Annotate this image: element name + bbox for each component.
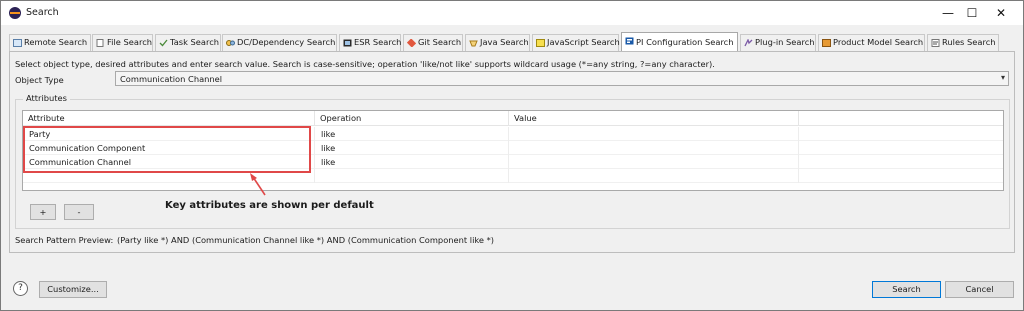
object-type-select[interactable]: Communication Channel ▾ bbox=[115, 71, 1009, 86]
tab-rules-search[interactable]: Rules Search bbox=[927, 34, 999, 51]
close-button[interactable]: ✕ bbox=[979, 1, 1023, 25]
task-search-icon bbox=[159, 39, 168, 47]
customize-button[interactable]: Customize... bbox=[39, 281, 107, 298]
tab-label: DC/Dependency Search bbox=[237, 37, 336, 47]
tab-java-search[interactable]: Java Search bbox=[465, 34, 530, 51]
key-attributes-highlight bbox=[23, 126, 311, 173]
add-attribute-button[interactable]: + bbox=[30, 204, 56, 220]
eclipse-icon bbox=[9, 7, 21, 19]
annotation-text: Key attributes are shown per default bbox=[165, 200, 374, 211]
tab-label: Plug-in Search bbox=[755, 37, 815, 47]
esr-search-icon bbox=[343, 39, 352, 47]
pi-configuration-icon bbox=[625, 37, 634, 45]
tab-label: Remote Search bbox=[24, 37, 88, 47]
tab-product-model-search[interactable]: Product Model Search bbox=[818, 34, 925, 51]
cell-value[interactable] bbox=[509, 141, 799, 155]
search-tabs: Remote Search File Search Task Search DC… bbox=[9, 32, 1015, 51]
search-button[interactable]: Search bbox=[872, 281, 941, 298]
cell-operation[interactable]: like bbox=[315, 155, 509, 169]
tab-dc-dependency-search[interactable]: DC/Dependency Search bbox=[222, 34, 337, 51]
callout-arrow-icon bbox=[250, 173, 266, 196]
git-search-icon bbox=[407, 39, 416, 47]
preview-value: (Party like *) AND (Communication Channe… bbox=[117, 235, 495, 245]
help-icon[interactable]: ? bbox=[13, 281, 28, 296]
tab-label: JavaScript Search bbox=[547, 37, 620, 47]
search-dialog: Search — ☐ ✕ Remote Search File Search T… bbox=[0, 0, 1024, 311]
tab-file-search[interactable]: File Search bbox=[92, 34, 153, 51]
remote-search-icon bbox=[13, 39, 22, 47]
tab-label: Git Search bbox=[418, 37, 462, 47]
tab-remote-search[interactable]: Remote Search bbox=[9, 34, 91, 51]
column-header-attribute[interactable]: Attribute bbox=[23, 111, 315, 126]
tab-label: Task Search bbox=[170, 37, 220, 47]
plugin-search-icon bbox=[744, 39, 753, 47]
cell-value[interactable] bbox=[509, 127, 799, 141]
tab-label: Java Search bbox=[480, 37, 529, 47]
rules-search-icon bbox=[931, 39, 940, 47]
file-search-icon bbox=[96, 39, 104, 47]
object-type-label: Object Type bbox=[15, 75, 64, 85]
column-header-filler bbox=[799, 111, 1003, 126]
tab-plugin-search[interactable]: Plug-in Search bbox=[740, 34, 816, 51]
tab-esr-search[interactable]: ESR Search bbox=[339, 34, 401, 51]
cell-operation[interactable]: like bbox=[315, 141, 509, 155]
tab-label: PI Configuration Search bbox=[636, 37, 734, 47]
tab-git-search[interactable]: Git Search bbox=[403, 34, 463, 51]
cell-operation[interactable]: like bbox=[315, 127, 509, 141]
tab-javascript-search[interactable]: JavaScript Search bbox=[532, 34, 620, 51]
table-header: Attribute Operation Value bbox=[23, 111, 1003, 126]
preview-label: Search Pattern Preview: bbox=[15, 235, 114, 245]
cancel-button[interactable]: Cancel bbox=[945, 281, 1014, 298]
tab-label: Product Model Search bbox=[833, 37, 924, 47]
title-bar: Search — ☐ ✕ bbox=[1, 1, 1023, 25]
attributes-group-label: Attributes bbox=[23, 93, 70, 103]
help-text: Select object type, desired attributes a… bbox=[15, 59, 715, 69]
dc-dependency-icon bbox=[226, 40, 235, 46]
cell-value[interactable] bbox=[509, 155, 799, 169]
tab-label: ESR Search bbox=[354, 37, 402, 47]
cell-value bbox=[509, 169, 799, 183]
window-title: Search bbox=[26, 7, 59, 18]
remove-attribute-button[interactable]: - bbox=[64, 204, 94, 220]
tab-pi-configuration-search[interactable]: PI Configuration Search bbox=[621, 32, 738, 51]
tab-task-search[interactable]: Task Search bbox=[155, 34, 221, 51]
product-model-icon bbox=[822, 39, 831, 47]
java-search-icon bbox=[469, 40, 478, 47]
object-type-value: Communication Channel bbox=[120, 74, 223, 84]
tab-label: File Search bbox=[107, 37, 153, 47]
column-header-operation[interactable]: Operation bbox=[315, 111, 509, 126]
cell-operation bbox=[315, 169, 509, 183]
column-header-value[interactable]: Value bbox=[509, 111, 799, 126]
tab-label: Rules Search bbox=[942, 37, 996, 47]
chevron-down-icon: ▾ bbox=[1000, 73, 1005, 82]
javascript-search-icon bbox=[536, 39, 545, 47]
